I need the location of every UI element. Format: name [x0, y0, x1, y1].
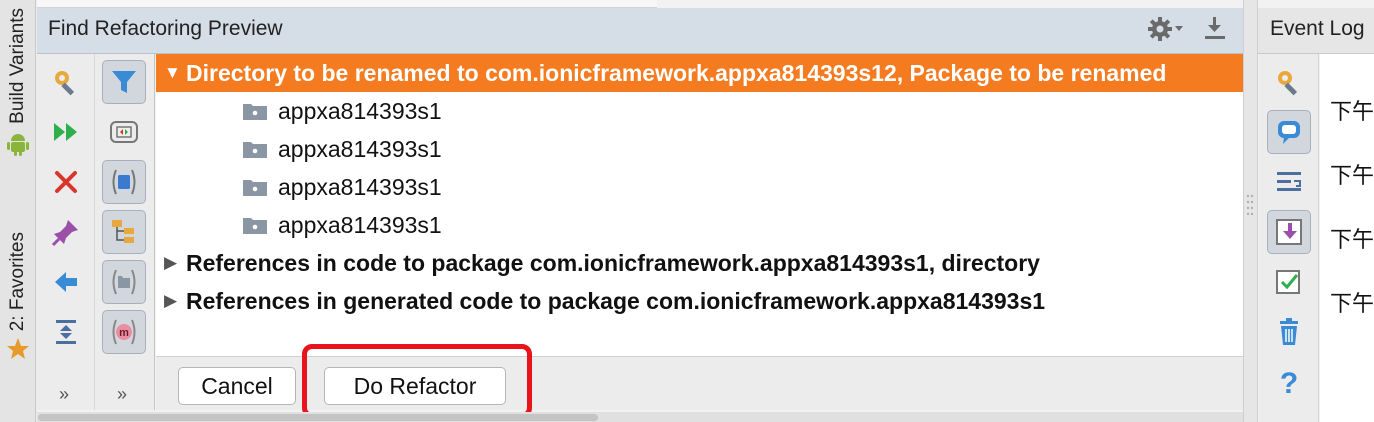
- expand-icon: [56, 320, 76, 344]
- soft-wrap-button[interactable]: [1267, 160, 1311, 204]
- close-button[interactable]: [44, 160, 88, 204]
- scrollbar-thumb[interactable]: [38, 414, 598, 421]
- group-by-directory-button[interactable]: [102, 260, 146, 304]
- rerun-button[interactable]: [44, 110, 88, 154]
- tree-item[interactable]: appxa814393s1: [156, 168, 1243, 206]
- stop-button[interactable]: [102, 160, 146, 204]
- rerun-icon: [54, 123, 77, 141]
- folder-icon: [112, 269, 136, 295]
- editor-tab-sliver: [37, 0, 657, 8]
- event-log-content: 下午 下午 下午 下午: [1320, 54, 1374, 422]
- preview-button[interactable]: [102, 110, 146, 154]
- preview-icon: [110, 121, 138, 143]
- show-balloons-button[interactable]: [1267, 110, 1311, 154]
- toolbar-view-options: m »: [95, 54, 155, 410]
- more-options-chevron[interactable]: »: [117, 384, 127, 405]
- close-icon: [55, 171, 77, 193]
- group-by-button[interactable]: [102, 210, 146, 254]
- help-icon: ?: [1280, 367, 1298, 397]
- stop-icon: [112, 169, 136, 195]
- event-log-toolbar: ?: [1259, 54, 1319, 422]
- scroll-to-end-button[interactable]: [1267, 210, 1311, 254]
- filter-icon: [112, 71, 136, 93]
- svg-text:?: ?: [1280, 367, 1298, 397]
- tree-item[interactable]: appxa814393s1: [156, 206, 1243, 244]
- folder-icon: [243, 180, 267, 196]
- expand-all-button[interactable]: [44, 310, 88, 354]
- settings-wrench-button[interactable]: [44, 60, 88, 104]
- mark-read-button[interactable]: [1267, 260, 1311, 304]
- favorites-label: 2: Favorites: [7, 232, 28, 332]
- help-button[interactable]: ?: [1267, 360, 1311, 404]
- tree-item-label: appxa814393s1: [278, 135, 442, 162]
- expand-triangle-icon[interactable]: ▶: [164, 291, 186, 311]
- folder-icon: [243, 218, 267, 234]
- tree-group-label: References in generated code to package …: [186, 287, 1046, 314]
- clear-all-button[interactable]: [1267, 310, 1311, 354]
- highlight-box: [302, 344, 532, 418]
- wrap-icon: [1277, 172, 1301, 191]
- favorites-tab[interactable]: 2: Favorites: [0, 232, 36, 361]
- settings-dropdown[interactable]: [1147, 16, 1184, 42]
- event-log-time: 下午: [1330, 99, 1374, 124]
- settings-icon: [1278, 71, 1298, 96]
- tree-group-rename-directory[interactable]: ▼ Directory to be renamed to com.ionicfr…: [156, 54, 1243, 92]
- event-log-time: 下午: [1330, 163, 1374, 188]
- tree-group-label: References in code to package com.ionicf…: [186, 249, 1040, 276]
- svg-text:m: m: [119, 327, 129, 339]
- cancel-button[interactable]: Cancel: [178, 367, 296, 405]
- drag-handle-icon: [1246, 194, 1254, 216]
- pin-icon: [51, 220, 78, 247]
- tree-item-label: appxa814393s1: [278, 173, 442, 200]
- star-icon: [7, 338, 29, 360]
- left-tool-strip: Build Variants 2: Favorites: [0, 0, 36, 422]
- tree-group-generated-references[interactable]: ▶ References in generated code to packag…: [156, 282, 1243, 320]
- event-log-time: 下午: [1330, 291, 1374, 316]
- tree-group-code-references[interactable]: ▶ References in code to package com.ioni…: [156, 244, 1243, 282]
- build-variants-tab[interactable]: Build Variants: [0, 8, 36, 156]
- event-log-settings-button[interactable]: [1267, 60, 1311, 104]
- mark-read-icon: [1276, 270, 1300, 294]
- chevron-down-icon: [1175, 26, 1183, 31]
- tree-item[interactable]: appxa814393s1: [156, 92, 1243, 130]
- group-tree-icon: [112, 220, 134, 243]
- tree-item-label: appxa814393s1: [278, 211, 442, 238]
- back-button[interactable]: [44, 260, 88, 304]
- toolbar-actions: »: [37, 54, 95, 410]
- folder-icon: [243, 104, 267, 120]
- filter-button[interactable]: [102, 60, 146, 104]
- method-icon: m: [112, 319, 136, 345]
- settings-wrench-icon: [55, 71, 75, 96]
- event-log-title: Event Log: [1270, 17, 1365, 40]
- refactoring-tree: ▼ Directory to be renamed to com.ionicfr…: [156, 54, 1243, 356]
- group-by-method-button[interactable]: m: [102, 310, 146, 354]
- android-icon: [7, 133, 29, 156]
- gear-icon: [1148, 17, 1172, 41]
- build-variants-label: Build Variants: [7, 8, 28, 124]
- panel-title: Find Refactoring Preview: [48, 17, 283, 40]
- trash-icon: [1280, 318, 1298, 345]
- more-actions-chevron[interactable]: »: [59, 384, 69, 405]
- tree-item-label: appxa814393s1: [278, 97, 442, 124]
- hide-panel-icon[interactable]: [1203, 16, 1227, 42]
- tree-item[interactable]: appxa814393s1: [156, 130, 1243, 168]
- back-arrow-icon: [55, 272, 77, 292]
- pin-button[interactable]: [44, 210, 88, 254]
- event-log-time: 下午: [1330, 227, 1374, 252]
- tree-group-label: Directory to be renamed to com.ionicfram…: [186, 59, 1167, 86]
- balloon-icon: [1278, 121, 1300, 144]
- folder-icon: [243, 142, 267, 158]
- panel-splitter[interactable]: [1243, 0, 1258, 422]
- scroll-to-end-icon: [1276, 219, 1302, 245]
- expand-triangle-icon[interactable]: ▶: [164, 253, 186, 273]
- collapse-triangle-icon[interactable]: ▼: [164, 63, 186, 83]
